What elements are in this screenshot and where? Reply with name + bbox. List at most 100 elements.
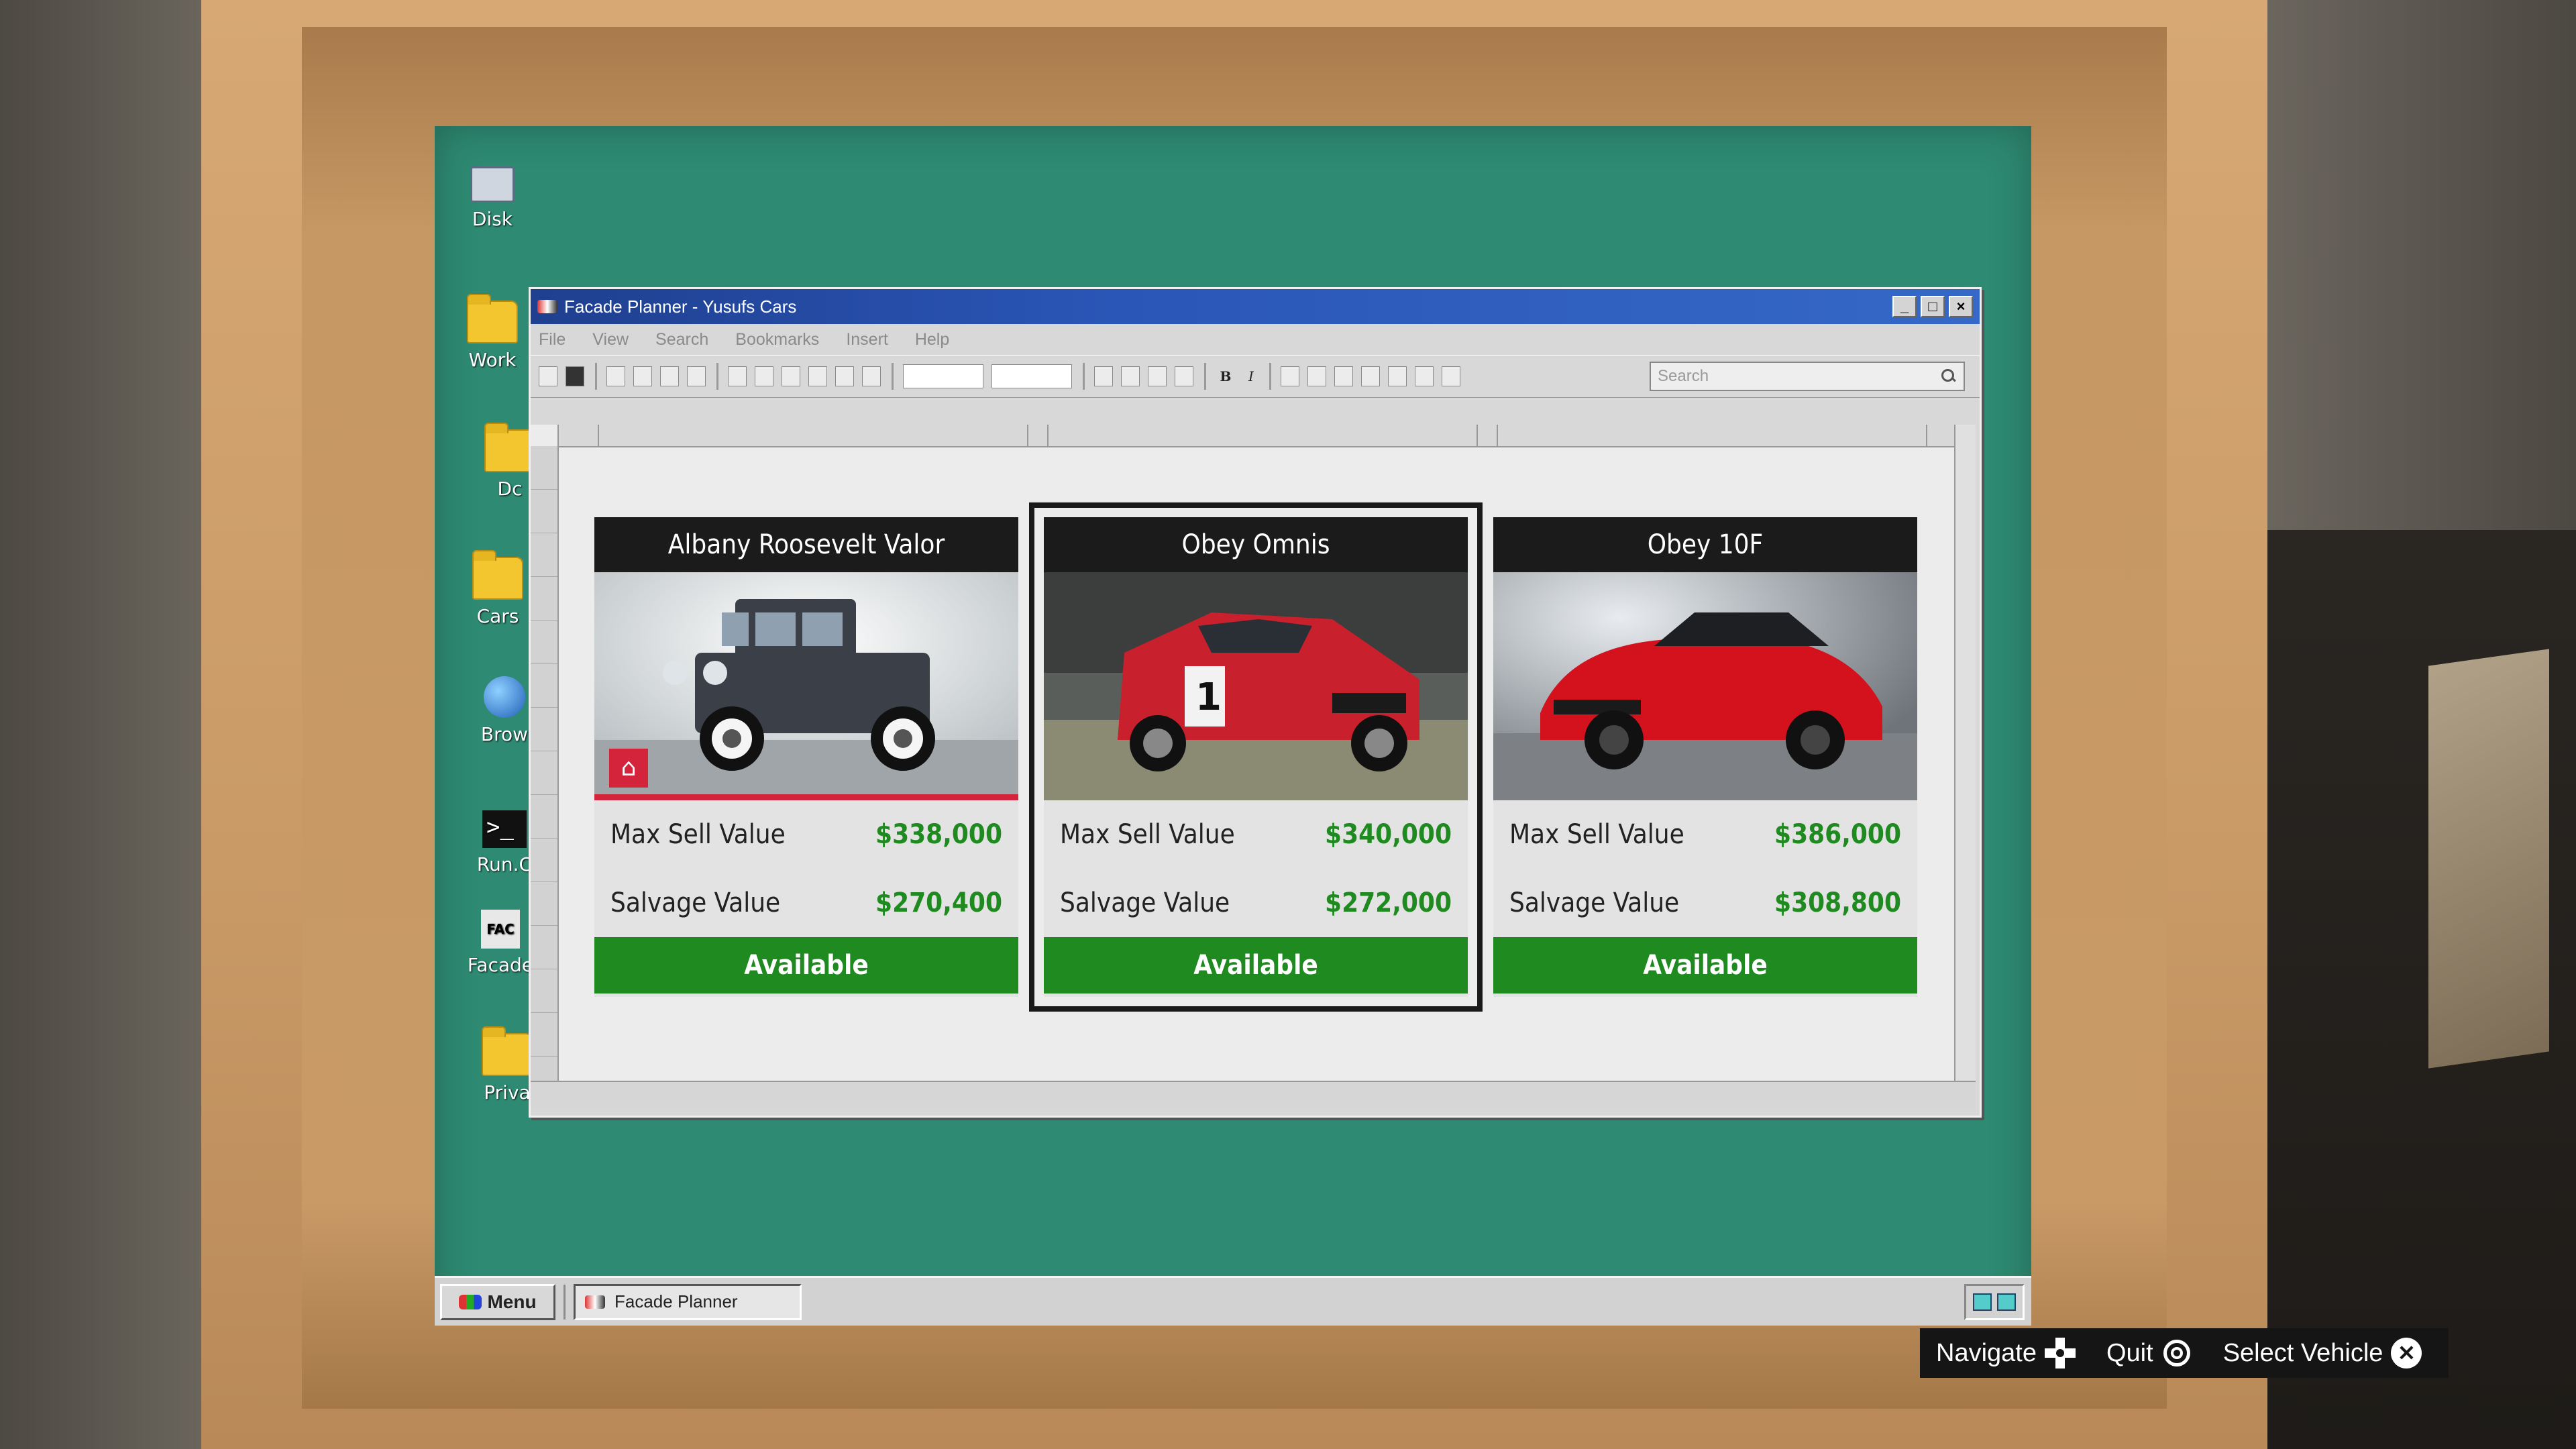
vehicle-card-omnis[interactable]: Obey Omnis 1 Max Sell Value $340,000 Sal… (1029, 502, 1483, 1012)
minimize-button[interactable]: _ (1892, 296, 1917, 317)
window-titlebar[interactable]: Facade Planner - Yusufs Cars _ □ × (531, 289, 1980, 324)
desktop-icon-work[interactable]: Work (452, 294, 533, 371)
copy-icon[interactable] (633, 366, 652, 386)
border-icon[interactable] (1148, 366, 1167, 386)
window-title: Facade Planner - Yusufs Cars (564, 296, 797, 317)
row-header-cell[interactable] (531, 533, 557, 577)
salvage-row: Salvage Value $308,800 (1493, 869, 1917, 937)
circle-button-icon (2160, 1336, 2194, 1370)
list-icon[interactable] (1442, 366, 1460, 386)
format-painter-icon[interactable] (687, 366, 706, 386)
salvage-label: Salvage Value (1060, 888, 1230, 918)
max-sell-value: $386,000 (1774, 819, 1901, 850)
column-header-f[interactable] (1497, 425, 1927, 446)
taskbar-item-label: Facade Planner (614, 1291, 738, 1311)
align-left-icon[interactable] (1281, 366, 1299, 386)
cut-icon[interactable] (606, 366, 625, 386)
menu-bookmarks[interactable]: Bookmarks (735, 330, 819, 350)
indent-icon[interactable] (1388, 366, 1407, 386)
column-header-g[interactable] (1926, 425, 1954, 446)
size-select[interactable] (991, 364, 1072, 388)
row-header-cell[interactable] (531, 751, 557, 795)
menu-help[interactable]: Help (915, 330, 949, 350)
vehicle-card-roosevelt-valor[interactable]: Albany Roosevelt Valor ⌂ Max Sell Value … (594, 517, 1018, 997)
toolbar: B I Search (531, 355, 1980, 398)
search-icon[interactable] (1939, 368, 1957, 385)
column-header-e[interactable] (1477, 425, 1498, 446)
menu-view[interactable]: View (592, 330, 629, 350)
italic-icon[interactable]: I (1241, 366, 1261, 386)
column-header-a[interactable] (557, 425, 599, 446)
insert-block-icon[interactable] (835, 366, 854, 386)
row-header-cell[interactable] (531, 446, 557, 490)
insert-record-icon[interactable] (862, 366, 881, 386)
facade-app-icon: FAC (481, 910, 520, 949)
menu-search[interactable]: Search (655, 330, 708, 350)
border-icon[interactable] (1094, 366, 1113, 386)
tray-window-icon[interactable] (1997, 1293, 2016, 1311)
max-sell-label: Max Sell Value (1509, 819, 1684, 850)
menu-file[interactable]: File (539, 330, 566, 350)
svg-text:1: 1 (1195, 676, 1222, 719)
circle-glyph (2163, 1340, 2190, 1366)
vertical-scrollbar[interactable] (1954, 425, 1976, 1109)
column-header-d[interactable] (1047, 425, 1478, 446)
row-header-cell[interactable] (531, 664, 557, 708)
column-header-c[interactable] (1027, 425, 1049, 446)
row-header-cell[interactable] (531, 839, 557, 882)
row-header-cell[interactable] (531, 795, 557, 839)
desktop-icon-cars[interactable]: Cars (458, 550, 538, 627)
save-icon[interactable] (566, 366, 584, 386)
bold-icon[interactable]: B (1216, 366, 1236, 386)
row-header (531, 446, 559, 1100)
desktop-icon-label: Work (468, 349, 517, 371)
row-header-cell[interactable] (531, 926, 557, 969)
justify-icon[interactable] (1361, 366, 1380, 386)
insert-block-icon[interactable] (728, 366, 747, 386)
row-header-cell[interactable] (531, 490, 557, 533)
close-button[interactable]: × (1949, 296, 1973, 317)
terminal-icon: >_ (482, 810, 527, 848)
hint-select: Select Vehicle ✕ (2223, 1336, 2424, 1370)
row-header-cell[interactable] (531, 577, 557, 621)
column-header-b[interactable] (598, 425, 1028, 446)
vehicle-name: Albany Roosevelt Valor (594, 517, 1018, 572)
row-header-cell[interactable] (531, 969, 557, 1013)
tray-monitor-icon[interactable] (1973, 1293, 1992, 1311)
align-right-icon[interactable] (1334, 366, 1353, 386)
row-header-cell[interactable] (531, 882, 557, 926)
vehicle-photo (1493, 572, 1917, 800)
hint-quit-label: Quit (2106, 1338, 2153, 1367)
globe-icon (484, 676, 525, 718)
align-center-icon[interactable] (1307, 366, 1326, 386)
taskbar-item-facade-planner[interactable]: Facade Planner (574, 1283, 802, 1320)
vehicle-photo: ⌂ (594, 572, 1018, 800)
max-sell-row: Max Sell Value $338,000 (594, 800, 1018, 869)
insert-block-icon[interactable] (755, 366, 773, 386)
menu-logo-icon (459, 1294, 482, 1309)
insert-block-icon[interactable] (782, 366, 800, 386)
list-icon[interactable] (1415, 366, 1434, 386)
status-badge: Available (1044, 937, 1468, 994)
border-icon[interactable] (1121, 366, 1140, 386)
font-select[interactable] (903, 364, 983, 388)
menu-insert[interactable]: Insert (846, 330, 888, 350)
new-icon[interactable] (539, 366, 557, 386)
menu-button[interactable]: Menu (440, 1283, 555, 1320)
row-header-cell[interactable] (531, 708, 557, 751)
toolbar-separator (1204, 363, 1206, 390)
row-header-cell[interactable] (531, 621, 557, 664)
toolbar-separator (1083, 363, 1085, 390)
border-icon[interactable] (1175, 366, 1193, 386)
row-header-cell[interactable] (531, 1013, 557, 1057)
maximize-button[interactable]: □ (1921, 296, 1945, 317)
vehicle-name: Obey 10F (1493, 517, 1917, 572)
desktop-icon-disk[interactable]: Disk (452, 166, 533, 230)
insert-block-icon[interactable] (808, 366, 827, 386)
controller-hints: Navigate Quit Select Vehicle ✕ (1920, 1328, 2449, 1378)
vehicle-card-10f[interactable]: Obey 10F Max Sell Value $386,000 Salvage… (1493, 517, 1917, 997)
paste-icon[interactable] (660, 366, 679, 386)
search-input[interactable]: Search (1650, 362, 1965, 391)
search-placeholder: Search (1658, 367, 1709, 385)
horizontal-scrollbar[interactable] (531, 1081, 1976, 1109)
